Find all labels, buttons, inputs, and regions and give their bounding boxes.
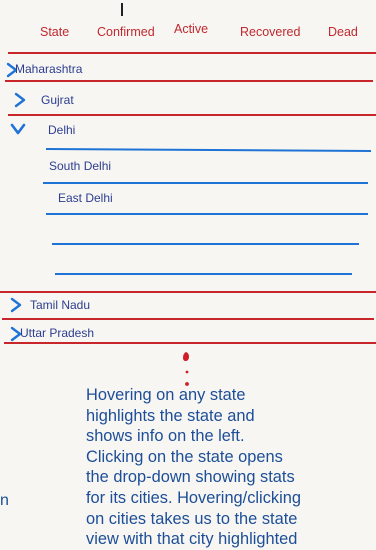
column-header-active[interactable]: Active <box>174 22 208 36</box>
row-divider <box>2 318 374 320</box>
column-header-confirmed[interactable]: Confirmed <box>97 25 155 39</box>
chevron-right-icon <box>10 297 22 313</box>
state-row-gujrat[interactable]: Gujrat <box>0 88 376 110</box>
header-divider <box>8 52 376 54</box>
city-divider <box>45 148 372 152</box>
state-label-gujrat: Gujrat <box>41 93 74 107</box>
column-header-recovered[interactable]: Recovered <box>240 25 300 39</box>
state-label-tamil-nadu: Tamil Nadu <box>30 298 91 312</box>
annotation-note: Hovering on any state highlights the sta… <box>86 386 301 549</box>
state-row-delhi[interactable]: Delhi <box>0 118 376 140</box>
chevron-right-icon <box>14 92 26 108</box>
state-row-uttar-pradesh[interactable]: Uttar Pradesh <box>0 322 376 344</box>
city-item-east-delhi[interactable]: East Delhi <box>58 191 113 205</box>
state-row-maharashtra[interactable]: Maharashtra <box>0 58 376 80</box>
city-divider <box>52 243 359 245</box>
chevron-down-icon <box>10 123 26 135</box>
state-row-tamil-nadu[interactable]: Tamil Nadu <box>0 294 376 316</box>
row-divider <box>8 114 376 116</box>
row-divider <box>0 291 376 293</box>
city-divider <box>46 213 368 215</box>
row-divider <box>5 80 373 82</box>
row-divider <box>4 342 376 344</box>
city-divider <box>43 182 368 184</box>
column-header-state[interactable]: State <box>40 25 69 39</box>
header-tick-mark <box>121 3 123 16</box>
city-divider <box>55 273 352 275</box>
state-label-delhi: Delhi <box>48 123 76 137</box>
stray-character: n <box>0 492 9 509</box>
column-header-dead[interactable]: Dead <box>328 25 358 39</box>
city-item-south-delhi[interactable]: South Delhi <box>49 159 111 173</box>
state-label-uttar-pradesh: Uttar Pradesh <box>20 326 95 340</box>
state-label-maharashtra: Maharashtra <box>15 62 83 76</box>
